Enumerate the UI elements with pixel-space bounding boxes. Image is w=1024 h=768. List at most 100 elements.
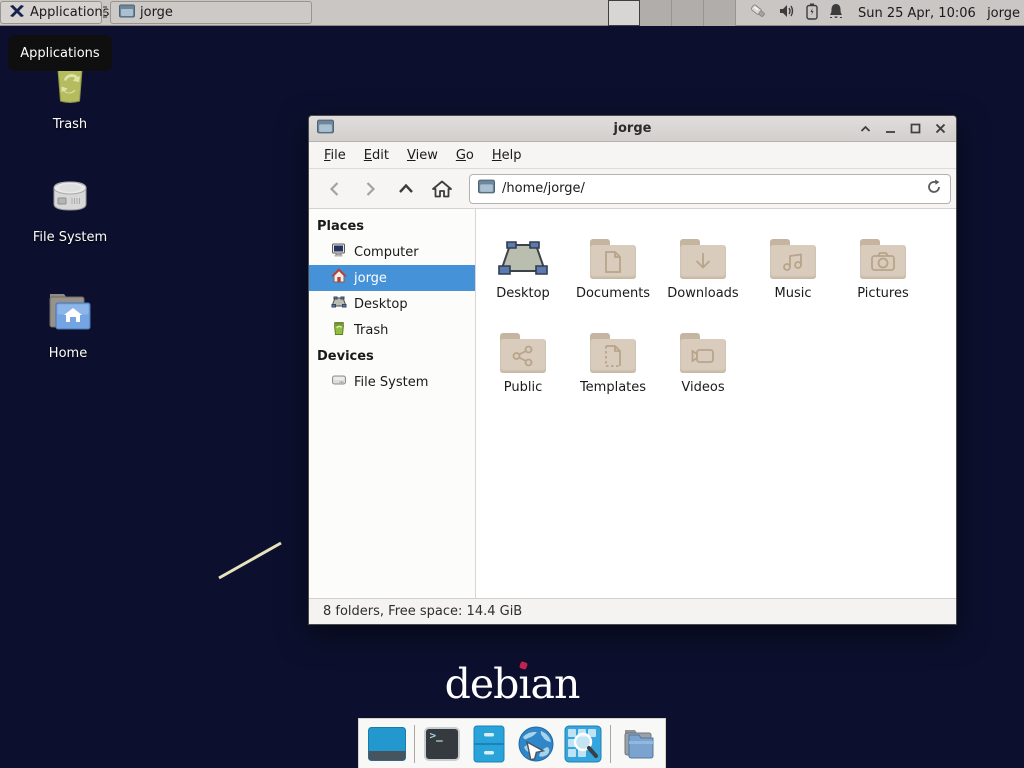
app-finder-icon[interactable] [563,724,603,764]
tooltip-text: Applications [20,46,99,61]
file-tile-label: Pictures [857,286,908,301]
file-tile-desktop[interactable]: Desktop [478,221,568,315]
minimize-button[interactable] [882,121,898,137]
video-folder-icon [680,315,726,373]
dock-separator [610,725,611,763]
dock-panel: >_ [358,718,666,768]
sidebar-item-trash[interactable]: Trash [309,317,475,343]
sidebar-item-label: jorge [354,271,387,286]
menu-view[interactable]: View [398,144,447,167]
applications-tooltip: Applications [8,35,112,71]
sidebar-item-computer[interactable]: Computer [309,239,475,265]
panel-handle[interactable] [103,6,107,20]
path-bar[interactable]: /home/jorge/ [469,174,951,204]
up-button[interactable] [391,175,421,203]
desktop-special-folder-icon [497,221,549,279]
status-bar: 8 folders, Free space: 14.4 GiB [309,598,956,624]
share-folder-icon [500,315,546,373]
download-folder-icon [680,221,726,279]
file-manager-icon[interactable] [618,724,658,764]
desktop-icon [331,294,347,314]
file-tile-public[interactable]: Public [478,315,568,409]
removable-device-icon[interactable] [748,2,768,24]
maximize-button[interactable] [907,121,923,137]
taskbar-window-label: jorge [140,5,173,20]
toolbar: /home/jorge/ [309,169,956,209]
panel-user-label[interactable]: jorge [987,0,1020,26]
file-tile-music[interactable]: Music [748,221,838,315]
notification-bell-icon[interactable] [828,3,844,24]
terminal-icon[interactable]: >_ [422,724,462,764]
desktop-icon-file-system[interactable]: File System [22,170,118,245]
system-tray [748,0,844,26]
shade-button[interactable] [857,121,873,137]
volume-icon[interactable] [778,3,796,23]
top-panel: Applications jorge Sun 25 Apr, 10:06 jor… [0,0,1024,26]
close-button[interactable] [932,121,948,137]
menu-go[interactable]: Go [447,144,483,167]
status-text: 8 folders, Free space: 14.4 GiB [323,604,522,619]
desktop-icon-home[interactable]: Home [20,290,116,361]
web-browser-icon[interactable] [516,724,556,764]
sidebar-header-devices: Devices [309,343,475,369]
file-tile-documents[interactable]: Documents [568,221,658,315]
menu-edit[interactable]: Edit [355,144,398,167]
home-icon [331,268,347,288]
reload-icon[interactable] [926,179,942,199]
window-titlebar[interactable]: jorge [309,116,956,142]
sidebar: PlacesComputer jorge Desktop Trash DevicesFi… [309,209,476,598]
workspace-switcher[interactable] [608,0,736,26]
desktop-icon-label: File System [33,230,107,245]
desktop-icon-label: Home [49,346,87,361]
panel-clock[interactable]: Sun 25 Apr, 10:06 [858,0,976,26]
workspace-cell-3[interactable] [672,0,704,26]
path-input[interactable]: /home/jorge/ [502,181,919,196]
dock-separator [414,725,415,763]
file-tile-videos[interactable]: Videos [658,315,748,409]
workspace-cell-4[interactable] [704,0,736,26]
workspace-cell-1[interactable] [608,0,640,26]
file-tile-label: Music [775,286,812,301]
back-button[interactable] [319,175,349,203]
menu-help[interactable]: Help [483,144,531,167]
sidebar-item-label: Trash [354,323,388,338]
document-folder-icon [590,221,636,279]
applications-menu-button[interactable]: Applications [0,1,102,24]
workspace-cell-2[interactable] [640,0,672,26]
computer-icon [331,242,347,262]
sidebar-header-places: Places [309,213,475,239]
path-folder-icon [478,179,495,198]
file-tile-label: Templates [580,380,646,395]
template-folder-icon [590,315,636,373]
file-tile-pictures[interactable]: Pictures [838,221,928,315]
forward-button[interactable] [355,175,385,203]
sidebar-item-jorge[interactable]: jorge [309,265,475,291]
menu-file[interactable]: File [315,144,355,167]
file-tile-downloads[interactable]: Downloads [658,221,748,315]
camera-folder-icon [860,221,906,279]
battery-icon[interactable] [806,3,818,24]
sidebar-item-label: Desktop [354,297,408,312]
file-grid: Desktop Documents Downloads Music Pictures Pu… [476,209,956,598]
home-button[interactable] [427,175,457,203]
music-folder-icon [770,221,816,279]
home-folder-icon [44,290,92,338]
sidebar-item-desktop[interactable]: Desktop [309,291,475,317]
window-folder-icon [317,119,334,138]
file-tile-label: Desktop [496,286,550,301]
show-desktop-icon[interactable] [367,724,407,764]
file-cabinet-icon[interactable] [469,724,509,764]
file-tile-label: Videos [681,380,724,395]
drive-icon [331,372,347,392]
trash-icon [331,320,347,340]
applications-menu-label: Applications [30,5,109,20]
debian-logo-i: ı [518,660,530,708]
sidebar-item-file-system[interactable]: File System [309,369,475,395]
xfce-logo-icon [9,3,25,23]
file-tile-label: Documents [576,286,650,301]
taskbar-window-button[interactable]: jorge [110,1,312,24]
desktop-icon-label: Trash [53,117,87,132]
file-manager-window: jorge FileEditViewGoHelp /home/jorge/ Pl… [308,115,957,625]
debian-logo: debıan [437,660,587,708]
file-tile-templates[interactable]: Templates [568,315,658,409]
